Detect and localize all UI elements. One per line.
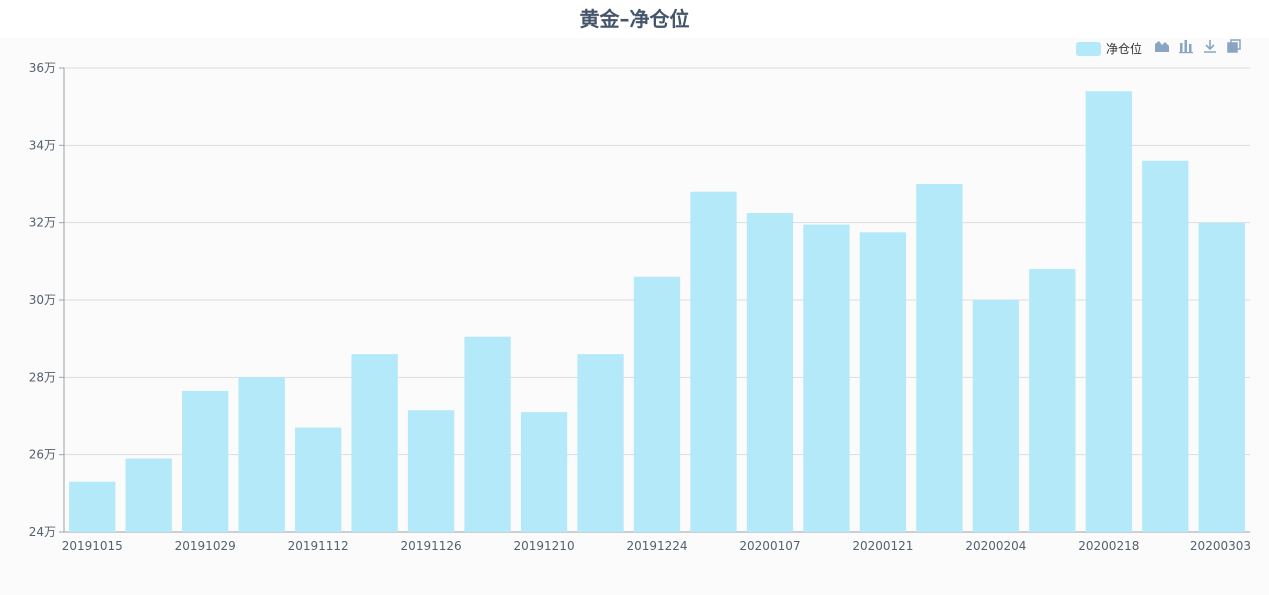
- bar-20191015: [69, 481, 116, 532]
- x-tick-label: 20200107: [739, 539, 800, 553]
- bar-20191022: [125, 458, 172, 532]
- bar-20191231: [690, 191, 737, 532]
- y-tick-label: 32万: [29, 216, 56, 230]
- bar-20191112: [294, 427, 342, 532]
- bar-20200128: [916, 184, 963, 532]
- bar-20200211: [1029, 269, 1076, 532]
- bar-20200121: [859, 232, 907, 533]
- y-tick-label: 30万: [29, 293, 56, 307]
- x-tick-label: 20191224: [626, 539, 687, 553]
- bar-20191119: [351, 354, 398, 532]
- y-tick-label: 26万: [29, 448, 56, 462]
- x-tick-label: 20200204: [965, 539, 1026, 553]
- bar-chart: 24万 26万 28万 30万 32万 34万 36万 20191015 20191029 201…: [29, 61, 1251, 553]
- bar-20191105: [238, 377, 285, 532]
- bar-20191217: [577, 354, 624, 532]
- x-tick-label: 20200121: [852, 539, 913, 553]
- bar-20200225: [1142, 160, 1189, 533]
- bar-20200303: [1198, 222, 1245, 532]
- bar-20200204: [972, 300, 1020, 532]
- x-tick-label: 20191029: [175, 539, 236, 553]
- bar-20191203: [464, 336, 511, 532]
- y-tick-label: 34万: [29, 138, 56, 152]
- bar-20191029: [182, 390, 229, 532]
- bar-20200218: [1085, 91, 1132, 532]
- bar-20200114: [803, 224, 850, 532]
- bar-20200107: [746, 213, 794, 532]
- x-tick-label: 20191112: [288, 539, 349, 553]
- bar-20191126: [407, 410, 455, 532]
- y-tick-label: 24万: [29, 525, 56, 539]
- x-tick-label: 20200303: [1190, 539, 1251, 553]
- x-tick-label: 20191126: [401, 539, 462, 553]
- x-tick-label: 20191015: [62, 539, 123, 553]
- bar-20191224: [633, 276, 681, 532]
- x-tick-label: 20200218: [1078, 539, 1139, 553]
- bar-20191210: [520, 412, 568, 532]
- x-tick-label: 20191210: [514, 539, 575, 553]
- y-tick-label: 28万: [29, 370, 56, 384]
- y-tick-label: 36万: [29, 61, 56, 75]
